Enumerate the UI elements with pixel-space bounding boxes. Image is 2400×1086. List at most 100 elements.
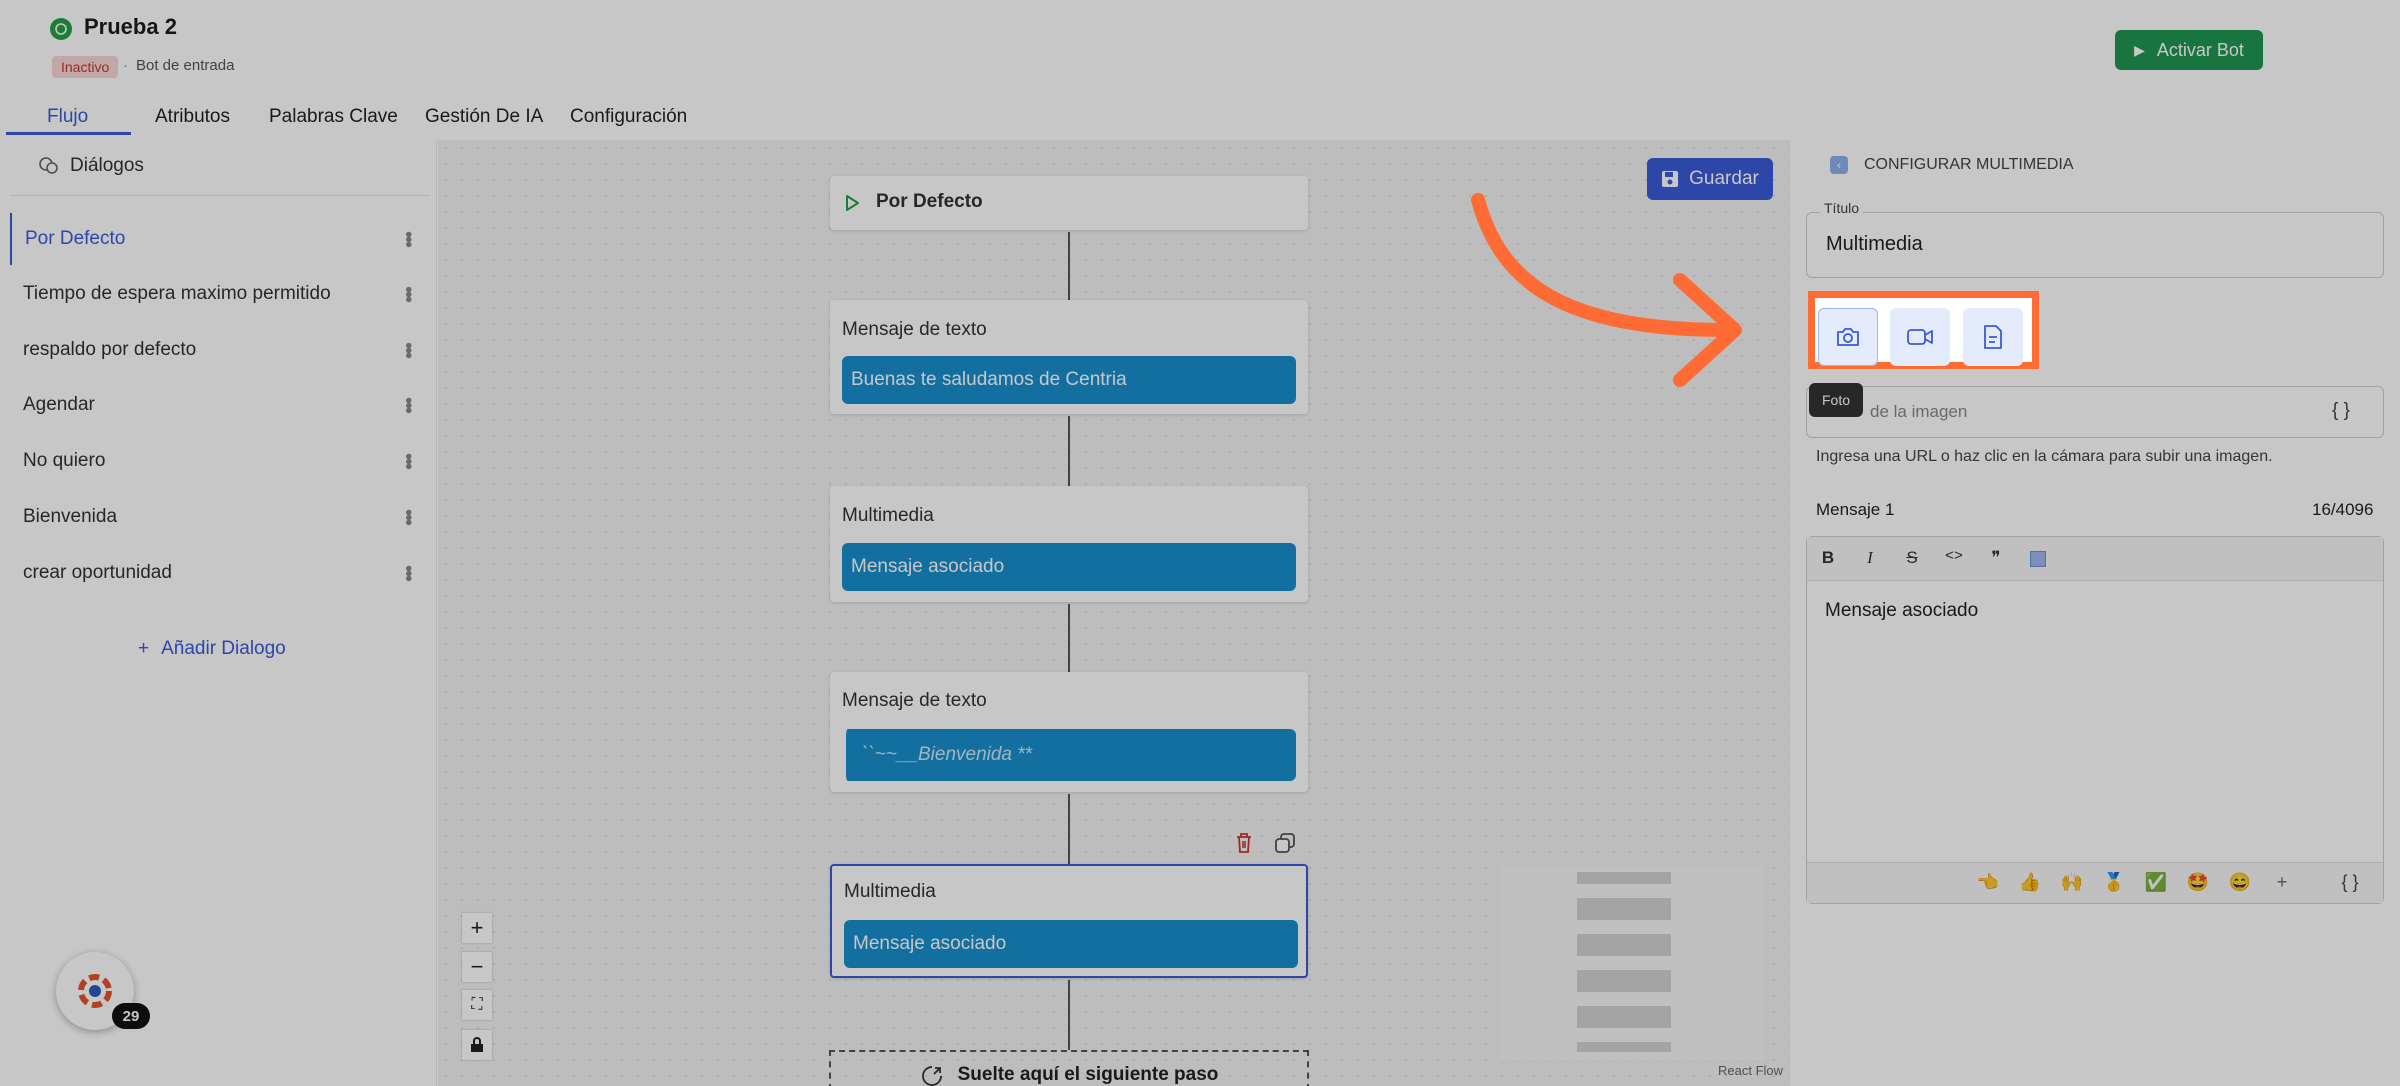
dialog-item[interactable]: Bienvenida ••• — [10, 491, 430, 543]
flow-node[interactable]: Mensaje de texto Buenas te saludamos de … — [830, 300, 1308, 414]
react-flow-attribution[interactable]: React Flow — [1718, 1063, 1783, 1078]
minimap[interactable] — [1500, 866, 1764, 1060]
video-button[interactable] — [1890, 308, 1950, 366]
save-icon — [1662, 171, 1679, 187]
editor-toolbar — [1807, 537, 2383, 581]
annotation-arrow — [1471, 193, 1742, 387]
flow-node[interactable]: Mensaje de texto ``~~__Bienvenida ** — [830, 672, 1308, 792]
trash-icon[interactable] — [1234, 832, 1254, 854]
character-counter: 16/4096 — [2312, 500, 2374, 519]
sidebar-heading: Diálogos — [38, 155, 144, 177]
play-outline-icon — [846, 195, 859, 211]
minimap-node — [1577, 934, 1671, 956]
dialog-item[interactable]: crear oportunidad ••• — [10, 547, 430, 599]
photo-button[interactable] — [1818, 308, 1878, 366]
tab-gestion-ia[interactable]: Gestión De IA — [425, 106, 543, 128]
whatsapp-icon — [50, 18, 72, 40]
notification-count-badge: 29 — [112, 1003, 150, 1029]
dialog-item[interactable]: Tiempo de espera maximo permitido ••• — [10, 268, 430, 320]
more-options-icon[interactable]: ••• — [397, 397, 419, 412]
separator-dot: · — [123, 57, 128, 74]
message-label: Mensaje 1 — [1816, 500, 1895, 519]
title-field-value: Multimedia — [1826, 233, 1923, 255]
bot-type-label: Bot de entrada — [136, 57, 235, 74]
bot-title: Prueba 2 — [84, 14, 177, 39]
highlighted-media-selector — [1808, 291, 2039, 369]
play-icon: ▶ — [2134, 41, 2145, 58]
document-button[interactable] — [1963, 308, 2023, 366]
emoji-button[interactable]: 👍 — [2018, 872, 2042, 893]
minimap-node — [1577, 970, 1671, 992]
chat-bubbles-icon — [39, 157, 58, 174]
dialog-item[interactable]: respaldo por defecto ••• — [10, 324, 430, 376]
editor-footer — [1807, 862, 2383, 903]
dialog-item[interactable]: No quiero ••• — [10, 435, 430, 487]
duplicate-icon[interactable] — [1274, 832, 1296, 854]
more-options-icon[interactable]: ••• — [397, 509, 419, 524]
tab-atributos[interactable]: Atributos — [155, 106, 230, 128]
edge — [1068, 604, 1070, 672]
flow-node-selected[interactable]: Multimedia Mensaje asociado — [830, 864, 1308, 978]
edge — [1068, 794, 1070, 864]
camera-icon — [1837, 328, 1859, 346]
insert-variable-button[interactable]: { } — [2338, 872, 2362, 893]
zoom-in-button[interactable]: + — [462, 913, 492, 943]
image-url-help: Ingresa una URL o haz clic en la cámara … — [1816, 448, 2273, 465]
emoji-button[interactable]: 👈 — [1976, 872, 2000, 893]
tab-flujo[interactable]: Flujo — [47, 106, 88, 128]
zoom-out-button[interactable]: − — [462, 952, 492, 982]
node-message: Mensaje asociado — [842, 543, 1296, 591]
italic-button[interactable]: I — [1858, 548, 1882, 568]
document-icon — [1984, 325, 2002, 349]
dialog-item-por-defecto[interactable]: Por Defecto ••• — [10, 213, 430, 265]
video-icon — [1907, 329, 1933, 345]
fit-view-button[interactable]: ⛶ — [462, 990, 492, 1020]
config-panel-heading: ‹ CONFIGURAR MULTIMEDIA — [1830, 156, 2073, 174]
node-message: Mensaje asociado — [844, 920, 1298, 968]
drop-arrow-icon — [921, 1066, 942, 1086]
bold-button[interactable]: B — [1816, 548, 1840, 568]
more-options-icon[interactable]: ••• — [397, 342, 419, 357]
brand-logo-icon — [78, 974, 112, 1008]
emoji-button[interactable]: 😄 — [2228, 872, 2252, 893]
code-button[interactable]: <> — [1942, 548, 1966, 565]
drop-zone[interactable]: Suelte aquí el siguiente paso — [829, 1050, 1309, 1086]
tab-palabras-clave[interactable]: Palabras Clave — [269, 106, 398, 128]
image-url-placeholder: de la imagen — [1870, 402, 1968, 421]
minimap-node — [1577, 1006, 1671, 1028]
more-options-icon[interactable]: ••• — [397, 231, 419, 246]
activate-bot-button[interactable]: ▶ Activar Bot — [2115, 30, 2263, 70]
minimap-node — [1577, 872, 1671, 884]
start-node[interactable]: Por Defecto — [830, 176, 1308, 230]
plus-icon: + — [138, 638, 150, 659]
collapse-panel-icon[interactable]: ‹ — [1830, 156, 1848, 174]
emoji-button[interactable]: ✅ — [2144, 872, 2168, 893]
minimap-node — [1577, 898, 1671, 920]
divider — [10, 195, 430, 196]
emoji-button[interactable]: 🤩 — [2186, 872, 2210, 893]
node-message: ``~~__Bienvenida ** — [842, 729, 1296, 781]
quote-button[interactable]: ❞ — [1984, 548, 2008, 568]
more-emoji-button[interactable]: + — [2270, 872, 2294, 893]
tooltip: Foto — [1809, 383, 1863, 417]
edge — [1068, 980, 1070, 1050]
edge — [1068, 232, 1070, 300]
flow-node[interactable]: Multimedia Mensaje asociado — [830, 486, 1308, 602]
title-field-label: Título — [1820, 200, 1864, 216]
message-editor[interactable] — [1806, 536, 2384, 904]
dialog-item[interactable]: Agendar ••• — [10, 379, 430, 431]
more-options-icon[interactable]: ••• — [397, 286, 419, 301]
monospace-block-icon[interactable] — [2030, 551, 2046, 567]
emoji-button[interactable]: 🥇 — [2102, 872, 2126, 893]
editor-content[interactable]: Mensaje asociado — [1825, 600, 1978, 622]
insert-variable-button[interactable]: { } — [2332, 400, 2350, 422]
more-options-icon[interactable]: ••• — [397, 453, 419, 468]
tab-configuracion[interactable]: Configuración — [570, 106, 687, 128]
edge — [1068, 416, 1070, 486]
emoji-button[interactable]: 🙌 — [2060, 872, 2084, 893]
strikethrough-button[interactable]: S — [1900, 548, 1924, 568]
more-options-icon[interactable]: ••• — [397, 565, 419, 580]
add-dialog-button[interactable]: + Añadir Dialogo — [138, 638, 286, 660]
active-tab-indicator — [6, 132, 131, 135]
lock-button[interactable] — [462, 1030, 492, 1060]
